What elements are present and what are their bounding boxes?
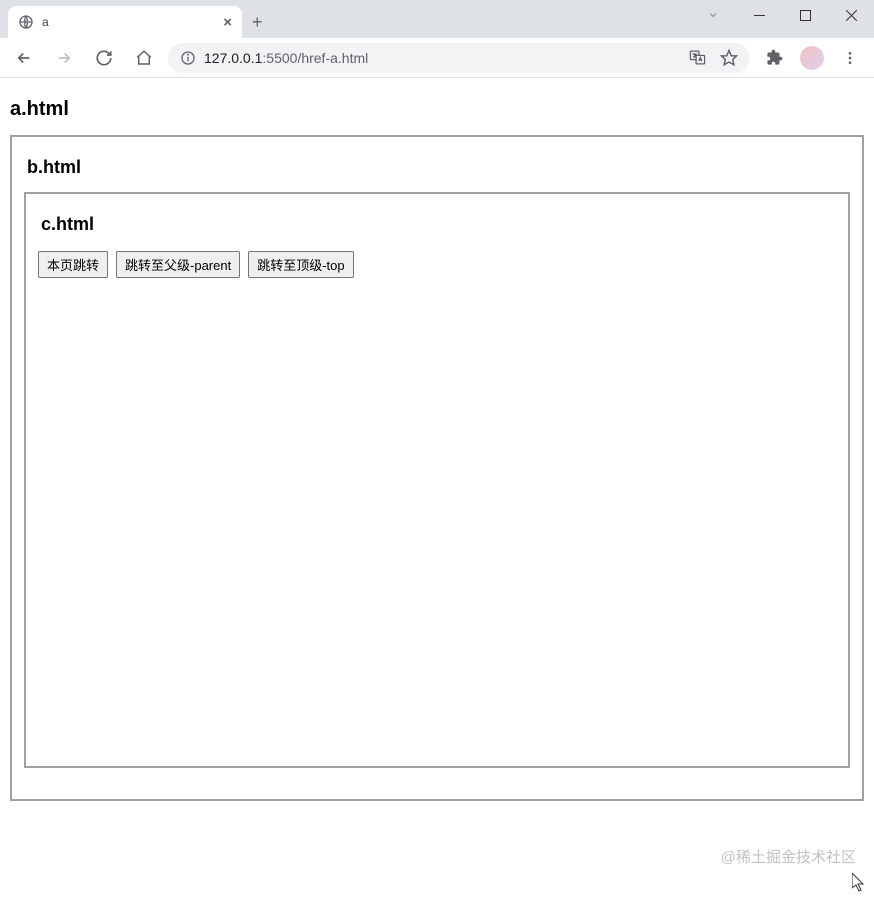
reload-icon[interactable] (88, 42, 120, 74)
chevron-down-icon[interactable] (690, 0, 736, 30)
minimize-button[interactable] (736, 0, 782, 30)
iframe-b: b.html c.html 本页跳转 跳转至父级-parent 跳转至顶级-to… (10, 135, 864, 801)
home-icon[interactable] (128, 42, 160, 74)
maximize-button[interactable] (782, 0, 828, 30)
url-text: 127.0.0.1:5500/href-a.html (204, 50, 368, 66)
parent-jump-button[interactable]: 跳转至父级-parent (116, 251, 240, 278)
url-port: :5500 (262, 50, 297, 66)
c-heading: c.html (41, 214, 836, 235)
puzzle-icon[interactable] (758, 42, 790, 74)
window-controls (690, 0, 874, 30)
iframe-c: c.html 本页跳转 跳转至父级-parent 跳转至顶级-top (24, 192, 850, 768)
plus-icon[interactable]: + (252, 6, 263, 38)
close-icon[interactable]: × (223, 15, 232, 30)
toolbar-right (758, 42, 866, 74)
browser-tab[interactable]: a × (8, 6, 242, 38)
back-icon[interactable] (8, 42, 40, 74)
b-heading: b.html (27, 157, 850, 178)
self-jump-button[interactable]: 本页跳转 (38, 251, 108, 278)
top-jump-button[interactable]: 跳转至顶级-top (248, 251, 353, 278)
url-host: 127.0.0.1 (204, 50, 262, 66)
titlebar: a × + (0, 0, 874, 38)
navbar: 127.0.0.1:5500/href-a.html (0, 38, 874, 78)
cursor-icon (852, 873, 866, 893)
translate-icon[interactable] (689, 49, 706, 66)
avatar[interactable] (800, 46, 824, 70)
url-path: /href-a.html (297, 50, 368, 66)
close-button[interactable] (828, 0, 874, 30)
globe-icon (18, 14, 34, 30)
forward-icon[interactable] (48, 42, 80, 74)
page-content: a.html b.html c.html 本页跳转 跳转至父级-parent 跳… (0, 78, 874, 811)
star-icon[interactable] (720, 49, 738, 67)
button-row: 本页跳转 跳转至父级-parent 跳转至顶级-top (38, 251, 836, 278)
a-heading: a.html (10, 98, 864, 121)
watermark: @稀土掘金技术社区 (721, 846, 856, 867)
info-icon[interactable] (180, 50, 196, 66)
tab-title: a (42, 15, 49, 29)
browser-chrome: a × + (0, 0, 874, 78)
menu-icon[interactable] (834, 42, 866, 74)
address-bar[interactable]: 127.0.0.1:5500/href-a.html (168, 43, 750, 73)
